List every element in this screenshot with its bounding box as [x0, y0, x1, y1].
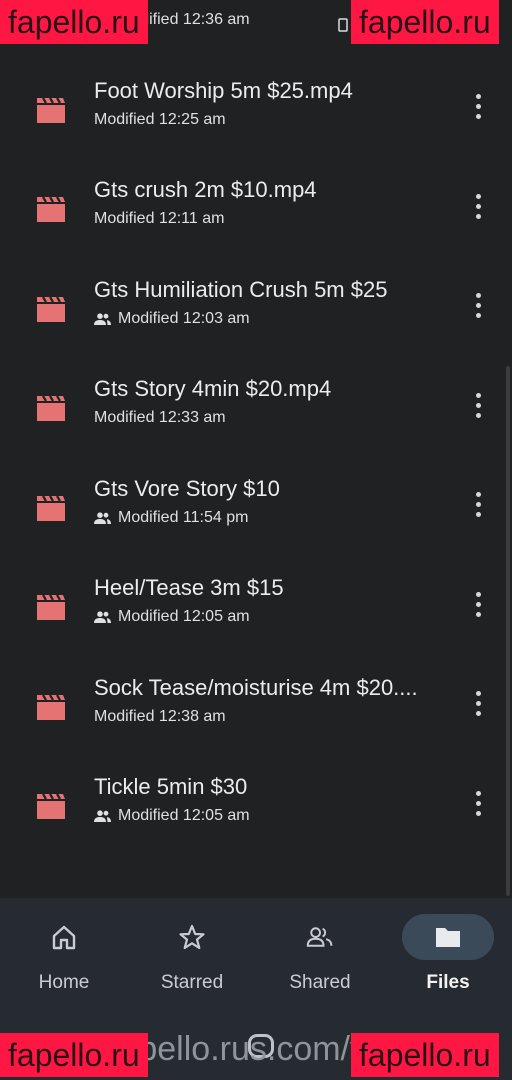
file-meta: Modified 12:38 am	[94, 708, 226, 726]
modified-time: Modified 12:38 am	[94, 707, 226, 725]
shared-people-icon	[94, 810, 111, 822]
scrollbar[interactable]	[506, 366, 510, 896]
file-row[interactable]: Foot Worship 5m $25.mp4 Modified 12:25 a…	[0, 58, 512, 158]
nav-label: Starred	[160, 972, 224, 993]
file-list: Modified 12:36 am Foot Worship 5m $25.mp…	[0, 0, 512, 854]
nav-item-shared[interactable]: Shared	[256, 898, 384, 1008]
home-icon	[52, 925, 76, 950]
video-file-icon	[36, 593, 66, 621]
more-options-icon[interactable]	[470, 191, 486, 221]
file-name: Tickle 5min $30	[94, 774, 248, 799]
modified-time: Modified 12:05 am	[118, 807, 250, 824]
nav-item-starred[interactable]: Starred	[128, 898, 256, 1008]
modified-time: Modified 12:11 am	[94, 210, 225, 227]
file-meta: Modified 11:54 pm	[94, 509, 248, 527]
video-file-icon	[36, 295, 66, 323]
file-row[interactable]: Sock Tease/moisturise 4m $20.... Modifie…	[0, 655, 512, 755]
video-file-icon	[36, 394, 66, 422]
file-row[interactable]: Tickle 5min $30 Modified 12:05 am	[0, 754, 512, 854]
modified-time: Modified 12:33 am	[94, 409, 226, 426]
file-row[interactable]: Gts crush 2m $10.mp4 Modified 12:11 am	[0, 157, 512, 257]
more-options-icon[interactable]	[470, 589, 486, 619]
more-options-icon[interactable]	[470, 788, 486, 818]
file-name: Gts crush 2m $10.mp4	[94, 177, 317, 202]
watermark-badge: fapello.ru	[351, 0, 499, 44]
video-file-icon	[36, 494, 66, 522]
star-icon	[179, 924, 205, 950]
more-options-icon[interactable]	[470, 490, 486, 520]
nav-item-files[interactable]: Files	[384, 898, 512, 1008]
file-meta: Modified 12:33 am	[94, 409, 226, 427]
file-name: Gts Humiliation Crush 5m $25	[94, 276, 388, 302]
modified-time: Modified 11:54 pm	[118, 508, 249, 526]
more-options-icon[interactable]	[470, 390, 486, 420]
video-file-icon	[36, 195, 66, 223]
shared-people-icon	[94, 511, 111, 524]
file-name: Gts Vore Story $10	[94, 475, 280, 501]
video-file-icon	[36, 792, 66, 820]
file-meta: Modified 12:05 am	[94, 807, 250, 825]
file-meta: Modified 12:05 am	[94, 608, 250, 626]
file-row[interactable]: Gts Humiliation Crush 5m $25 Modified 12…	[0, 257, 512, 357]
file-name: Gts Story 4min $20.mp4	[94, 376, 332, 401]
nav-label: Files	[426, 972, 470, 993]
file-meta: Modified 12:25 am	[94, 111, 226, 129]
shared-people-icon	[94, 611, 111, 623]
more-options-icon[interactable]	[470, 291, 486, 321]
file-row[interactable]: Gts Vore Story $10 Modified 11:54 pm	[0, 456, 512, 556]
file-name: Foot Worship 5m $25.mp4	[94, 77, 353, 103]
file-name: Sock Tease/moisturise 4m $20....	[94, 674, 418, 700]
file-row[interactable]: Heel/Tease 3m $15 Modified 12:05 am	[0, 555, 512, 655]
file-row[interactable]: Gts Story 4min $20.mp4 Modified 12:33 am	[0, 356, 512, 456]
modified-time: Modified 12:05 am	[118, 608, 250, 625]
modified-time: Modified 12:25 am	[94, 110, 226, 128]
video-file-icon	[36, 693, 66, 721]
watermark-badge: fapello.ru	[351, 1033, 499, 1077]
folder-icon	[436, 928, 460, 947]
shared-icon	[306, 927, 333, 947]
shared-people-icon	[94, 312, 111, 325]
file-meta: Modified 12:11 am	[94, 210, 224, 228]
file-meta: Modified 12:03 am	[94, 310, 250, 328]
modified-time: Modified 12:03 am	[118, 309, 250, 327]
nav-label: Shared	[289, 972, 351, 993]
nav-label: Home	[38, 972, 90, 993]
file-name: Heel/Tease 3m $15	[94, 575, 284, 600]
nav-item-home[interactable]: Home	[0, 898, 128, 1008]
more-options-icon[interactable]	[470, 689, 486, 719]
watermark-badge: fapello.ru	[0, 0, 148, 44]
watermark-badge: fapello.ru	[0, 1033, 148, 1077]
video-file-icon	[36, 96, 66, 124]
more-options-icon[interactable]	[470, 92, 486, 122]
